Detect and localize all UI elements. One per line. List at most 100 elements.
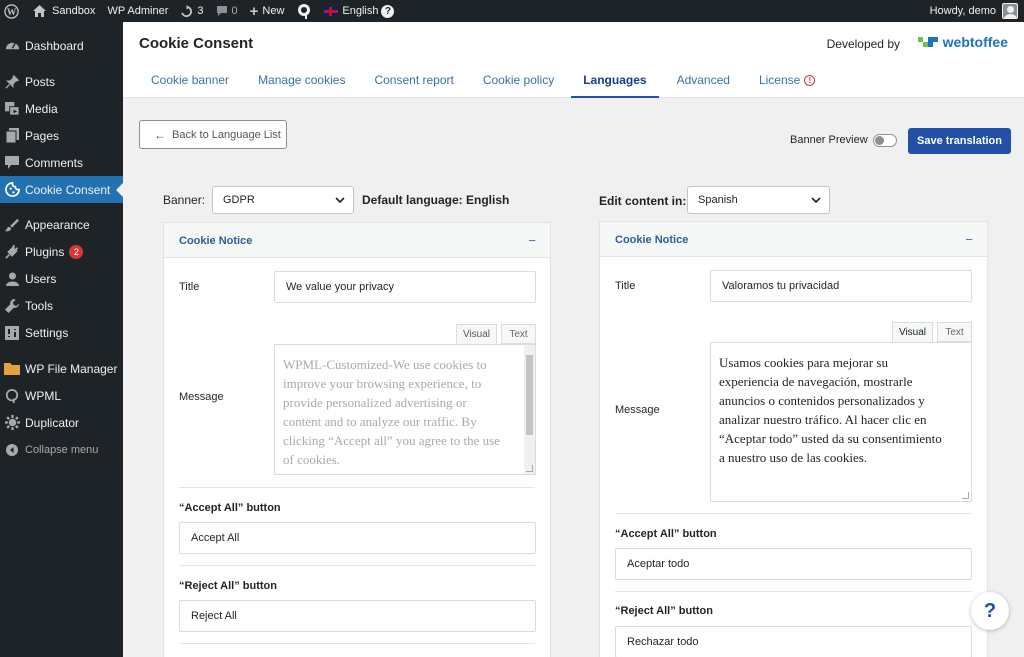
visual-tab: Visual xyxy=(456,324,497,344)
svg-text:W: W xyxy=(7,7,17,17)
sidebar-item-label: Dashboard xyxy=(25,38,84,53)
tab-label: Cookie policy xyxy=(482,73,555,87)
reject-all-input[interactable]: Rechazar todo xyxy=(615,626,972,657)
accept-all-label: “Accept All” button xyxy=(179,502,281,514)
title-value: We value your privacy xyxy=(286,281,395,293)
wordpress-logo-icon[interactable]: W xyxy=(0,0,27,22)
tab-label: Languages xyxy=(583,73,647,87)
updates-icon xyxy=(180,4,193,18)
sidebar-item-media[interactable]: Media xyxy=(0,95,123,122)
tab-cookie-policy[interactable]: Cookie policy xyxy=(483,73,554,98)
message-line: provide personalized advertising or xyxy=(283,395,467,410)
page-title: Cookie Consent xyxy=(139,35,254,52)
home-icon xyxy=(33,5,46,17)
tab-label: Advanced xyxy=(676,73,730,87)
brush-icon xyxy=(4,217,20,233)
help-button[interactable]: ? xyxy=(971,592,1009,630)
update-count-badge: 2 xyxy=(69,244,84,259)
resize-handle-icon[interactable] xyxy=(962,492,969,499)
collapse-icon[interactable]: − xyxy=(528,233,536,248)
sidebar-item-plugins[interactable]: Plugins 2 xyxy=(0,238,123,265)
message-editor-readonly: WPML-Customized-We use cookies to improv… xyxy=(274,344,536,475)
sidebar-item-cookie-consent[interactable]: Cookie Consent xyxy=(0,176,123,203)
sidebar-item-label: Pages xyxy=(25,128,60,143)
error-icon: ! xyxy=(804,75,816,86)
sidebar-item-wpml[interactable]: WPML xyxy=(0,382,123,409)
scrollbar-thumb[interactable] xyxy=(526,355,533,435)
collapse-label: Collapse menu xyxy=(25,443,99,456)
webtoffee-logo[interactable]: webtoffee xyxy=(917,34,1008,50)
sidebar-item-users[interactable]: Users xyxy=(0,265,123,292)
tab-manage-cookies[interactable]: Manage cookies xyxy=(258,73,345,98)
sidebar-item-label: WPML xyxy=(25,388,61,403)
sidebar-item-duplicator[interactable]: Duplicator xyxy=(0,409,123,436)
sidebar-item-label: Users xyxy=(25,271,57,286)
main-content: Cookie Consent Developed by webtoffee Co… xyxy=(123,22,1024,657)
sidebar-item-label: Duplicator xyxy=(25,415,80,430)
title-input[interactable]: Valoramos tu privacidad xyxy=(710,270,972,302)
duplicator-icon xyxy=(4,415,20,431)
sidebar-item-posts[interactable]: Posts xyxy=(0,68,123,95)
comments-link[interactable]: 0 xyxy=(210,0,244,22)
title-label: Title xyxy=(179,281,200,293)
editor-scrollbar[interactable] xyxy=(524,345,535,474)
settings-icon xyxy=(4,325,20,341)
panel-header[interactable]: Cookie Notice − xyxy=(600,222,987,257)
sidebar-item-pages[interactable]: Pages xyxy=(0,122,123,149)
new-label: New xyxy=(262,5,285,17)
wp-adminer-link[interactable]: WP Adminer xyxy=(101,0,174,22)
cookie-icon xyxy=(4,182,20,198)
sidebar-item-label: Cookie Consent xyxy=(25,182,111,197)
message-editor[interactable]: Usamos cookies para mejorar su experienc… xyxy=(710,342,972,502)
back-to-language-list-button[interactable]: ← Back to Language List xyxy=(139,120,287,149)
message-line: experiencia de navegación, mostrarle xyxy=(719,374,913,389)
reject-all-label: “Reject All” button xyxy=(615,605,713,617)
banner-preview-toggle[interactable] xyxy=(873,134,897,147)
language-help-icon[interactable]: ? xyxy=(381,4,395,18)
message-label: Message xyxy=(615,404,660,416)
tab-languages[interactable]: Languages xyxy=(571,73,660,98)
text-tab[interactable]: Text xyxy=(937,322,972,342)
avatar xyxy=(1002,3,1018,19)
tab-label: License xyxy=(758,73,801,87)
tab-license[interactable]: License! xyxy=(758,73,816,98)
new-content-link[interactable]: + New xyxy=(244,0,291,22)
message-line: a nuestro uso de las cookies. xyxy=(719,450,868,465)
save-translation-button[interactable]: Save translation xyxy=(908,128,1011,154)
comments-count: 0 xyxy=(231,5,238,17)
site-name: Sandbox xyxy=(52,5,96,17)
sidebar-item-settings[interactable]: Settings xyxy=(0,319,123,346)
wpml-bar-icon[interactable] xyxy=(290,0,318,22)
edit-language-select[interactable]: Spanish xyxy=(687,186,830,214)
collapse-icon[interactable]: − xyxy=(965,232,973,247)
collapse-menu-button[interactable]: Collapse menu xyxy=(0,436,123,463)
wpml-icon xyxy=(4,388,20,404)
visual-tab[interactable]: Visual xyxy=(892,322,933,342)
message-content: WPML-Customized-We use cookies to improv… xyxy=(275,345,535,469)
sidebar-item-wp-file-manager[interactable]: WP File Manager xyxy=(0,355,123,382)
tab-advanced[interactable]: Advanced xyxy=(677,73,730,98)
tab-label: Consent report xyxy=(374,73,454,87)
tab-consent-report[interactable]: Consent report xyxy=(374,73,453,98)
resize-handle-icon[interactable] xyxy=(526,465,533,472)
panel-header[interactable]: Cookie Notice − xyxy=(164,223,550,258)
dashboard-icon xyxy=(4,38,20,54)
tab-cookie-banner[interactable]: Cookie banner xyxy=(151,73,229,98)
message-content[interactable]: Usamos cookies para mejorar su experienc… xyxy=(711,343,971,467)
reject-all-label: “Reject All” button xyxy=(179,580,277,592)
sidebar-item-tools[interactable]: Tools xyxy=(0,292,123,319)
site-name-link[interactable]: Sandbox xyxy=(27,0,101,22)
updates-link[interactable]: 3 xyxy=(174,0,209,22)
sidebar-item-comments[interactable]: Comments xyxy=(0,149,123,176)
accept-all-input[interactable]: Aceptar todo xyxy=(615,548,972,580)
plus-icon: + xyxy=(249,2,259,20)
title-value: Valoramos tu privacidad xyxy=(722,280,840,292)
developed-by-label: Developed by xyxy=(826,37,900,51)
sidebar-item-dashboard[interactable]: Dashboard xyxy=(0,32,123,59)
chevron-down-icon xyxy=(811,195,821,208)
my-account[interactable]: Howdy, demo xyxy=(930,3,1024,19)
language-switcher[interactable]: English ? xyxy=(318,0,400,22)
banner-select[interactable]: GDPR xyxy=(212,186,354,214)
panel-title: Cookie Notice xyxy=(615,234,689,246)
sidebar-item-appearance[interactable]: Appearance xyxy=(0,211,123,238)
